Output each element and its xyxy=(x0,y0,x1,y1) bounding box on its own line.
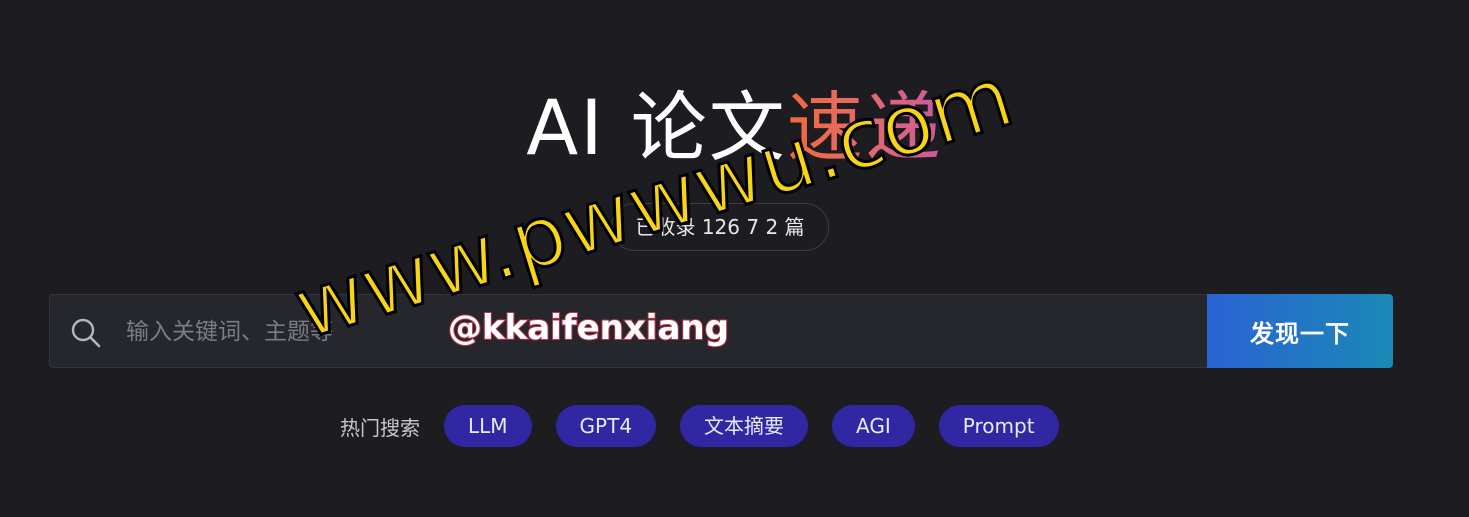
title-accent: 速递 xyxy=(786,83,943,172)
search-bar xyxy=(49,294,1207,369)
page: AI 论文速递 已收录 126 7 2 篇 发现一下 热门搜索 LLM GPT4… xyxy=(0,0,1469,517)
hot-search-label: 热门搜索 xyxy=(340,415,420,440)
search-icon xyxy=(70,317,102,349)
hot-tag-agi[interactable]: AGI xyxy=(832,405,915,447)
hot-tag-gpt4[interactable]: GPT4 xyxy=(555,405,657,447)
discover-button[interactable]: 发现一下 xyxy=(1207,294,1393,368)
page-title: AI 论文速递 xyxy=(0,80,1469,176)
hot-search-row: 热门搜索 LLM GPT4 文本摘要 AGI Prompt xyxy=(340,405,1059,447)
hot-tag-llm[interactable]: LLM xyxy=(444,405,532,447)
hot-tag-prompt[interactable]: Prompt xyxy=(938,405,1059,447)
paper-count-badge: 已收录 126 7 2 篇 xyxy=(611,203,829,251)
title-prefix: AI 论文 xyxy=(526,83,787,172)
hot-tag-summarization[interactable]: 文本摘要 xyxy=(680,405,809,447)
search-input[interactable] xyxy=(124,295,1188,369)
